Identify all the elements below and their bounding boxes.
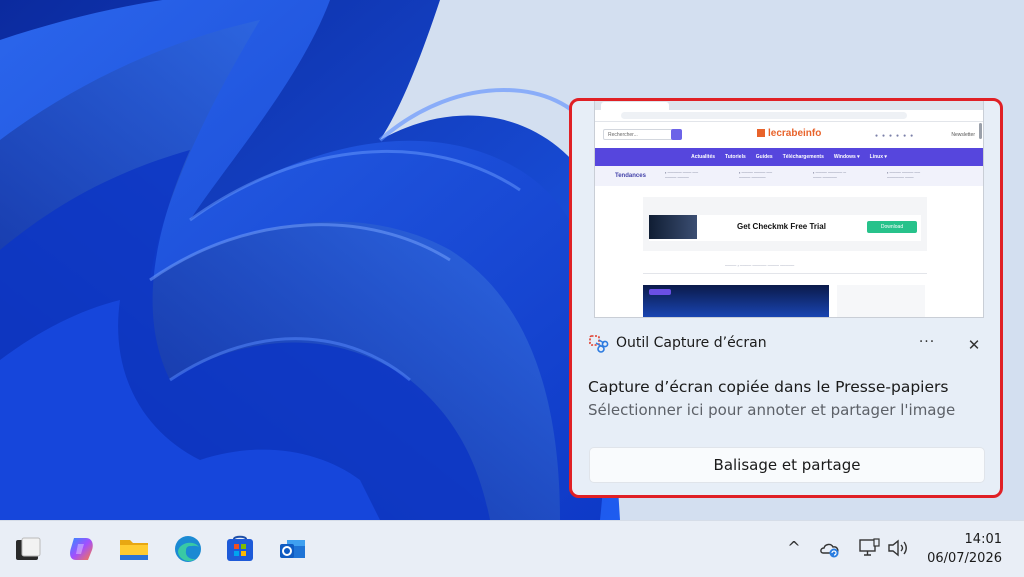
notification-body: Sélectionner ici pour annoter et partage… [588,401,956,419]
preview-nav-item: Windows ▾ [833,154,860,160]
microsoft-store-icon[interactable] [224,534,256,564]
markup-and-share-button[interactable]: Balisage et partage [589,447,985,483]
preview-trend-label: Tendances [615,173,646,179]
outlook-icon[interactable] [277,534,309,564]
close-button[interactable]: ✕ [964,335,984,355]
preview-site-logo: lecrabeinfo [757,128,821,139]
notification-title: Capture d’écran copiée dans le Presse-pa… [588,378,949,396]
preview-tab-bar [595,101,983,110]
preview-site-header: Rechercher... lecrabeinfo ●●●●●● Newslet… [595,122,983,148]
copilot-icon[interactable] [66,534,98,564]
preview-breadcrumb: ──── › ──── ───── ──── ───── [725,263,795,268]
preview-divider [643,273,927,274]
preview-ad-image [649,215,697,239]
preview-search-icon [671,129,682,140]
edge-icon[interactable] [172,534,204,564]
preview-tab [601,102,669,110]
preview-search-input: Rechercher... [603,129,673,140]
preview-ad-text: Get Checkmk Free Trial [737,222,826,231]
preview-trend-item: ▪ ───── ─── ── ──── ──── [665,170,699,180]
preview-site-name: lecrabeinfo [768,128,822,139]
preview-trend-item: ▪ ──── ───── ─ ─── ───── [813,170,847,180]
preview-address-bar [595,110,983,122]
preview-nav-item: Téléchargements [782,154,824,160]
show-hidden-icons-chevron[interactable]: ^ [782,536,806,560]
preview-sidebar-ad [837,285,925,317]
preview-nav-item: Actualités [691,154,716,160]
volume-icon[interactable] [886,536,910,560]
file-explorer-icon[interactable] [118,534,150,564]
preview-ad-button: Download [867,221,917,233]
preview-newsletter: Newsletter [951,132,975,138]
app-name: Outil Capture d’écran [616,335,767,351]
start-icon[interactable] [12,534,44,564]
preview-url [621,112,907,119]
preview-nav-bar: Actualités Tutoriels Guides Téléchargeme… [595,148,983,166]
preview-article-image [643,285,829,317]
preview-scrollbar [979,123,982,139]
preview-ad-inner: Get Checkmk Free Trial Download [649,215,921,241]
network-icon[interactable] [857,536,881,560]
preview-nav-item: Guides [755,154,773,160]
preview-trend-item: ▪ ──── ──── ── ──── ───── [739,170,773,180]
system-clock[interactable]: 14:01 06/07/2026 [927,530,1002,568]
preview-article-badge [649,289,671,295]
preview-social-icons: ●●●●●● [875,133,918,139]
clock-time: 14:01 [964,532,1002,547]
onedrive-sync-icon[interactable] [818,536,842,560]
screenshot-preview[interactable]: Rechercher... lecrabeinfo ●●●●●● Newslet… [594,101,984,318]
preview-ad-banner: Get Checkmk Free Trial Download [643,197,927,251]
snipping-tool-icon [589,335,609,353]
clock-date: 06/07/2026 [927,551,1002,566]
more-options-button[interactable]: ··· [916,335,938,355]
taskbar: ^ 14:01 06/07/2026 [0,520,1024,577]
crab-logo-icon [757,129,765,137]
preview-nav-item: Linux ▾ [869,154,887,160]
snipping-tool-notification[interactable]: Rechercher... lecrabeinfo ●●●●●● Newslet… [569,98,1003,498]
preview-trend-item: ▪ ──── ──── ── ────── ─── [887,170,921,180]
preview-trends-bar: Tendances ▪ ───── ─── ── ──── ──── ▪ ────… [595,166,983,186]
preview-nav-item: Tutoriels [725,154,746,160]
